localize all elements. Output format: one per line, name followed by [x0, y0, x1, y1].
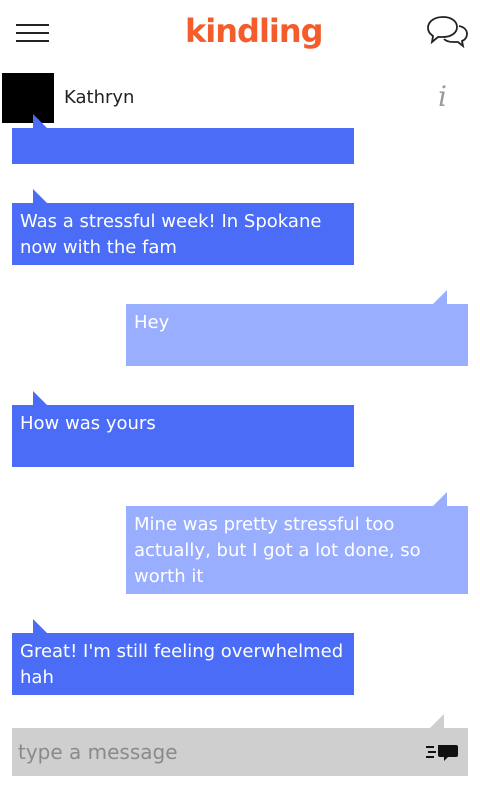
message-bubble-outgoing: Hey — [126, 290, 468, 366]
message-input[interactable] — [12, 728, 412, 776]
message-text: Mine was pretty stressful too actually, … — [134, 514, 421, 587]
contact-name[interactable]: Kathryn — [64, 87, 134, 108]
message-bubble-incoming: How was yours — [12, 391, 354, 467]
app-header: kindling — [0, 0, 480, 70]
message-text: Hey — [134, 312, 170, 333]
send-icon[interactable] — [426, 742, 460, 762]
message-text: Was a stressful week! In Spokane now wit… — [20, 211, 322, 258]
message-bubble-incoming: Great! I'm still feeling overwhelmed hah — [12, 619, 354, 695]
info-icon[interactable]: i — [438, 80, 447, 113]
contact-bar: Kathryn i — [0, 72, 480, 124]
chat-bubbles-icon[interactable] — [424, 14, 470, 50]
app-logo: kindling — [185, 12, 324, 50]
message-bubble-outgoing: Mine was pretty stressful too actually, … — [126, 492, 468, 594]
hamburger-menu-icon[interactable] — [16, 24, 49, 44]
message-text: How was yours — [20, 413, 156, 434]
message-text: Great! I'm still feeling overwhelmed hah — [20, 641, 344, 688]
message-composer — [12, 714, 468, 776]
message-bubble-incoming: Was a stressful week! In Spokane now wit… — [12, 189, 354, 265]
message-bubble-incoming — [12, 114, 354, 164]
